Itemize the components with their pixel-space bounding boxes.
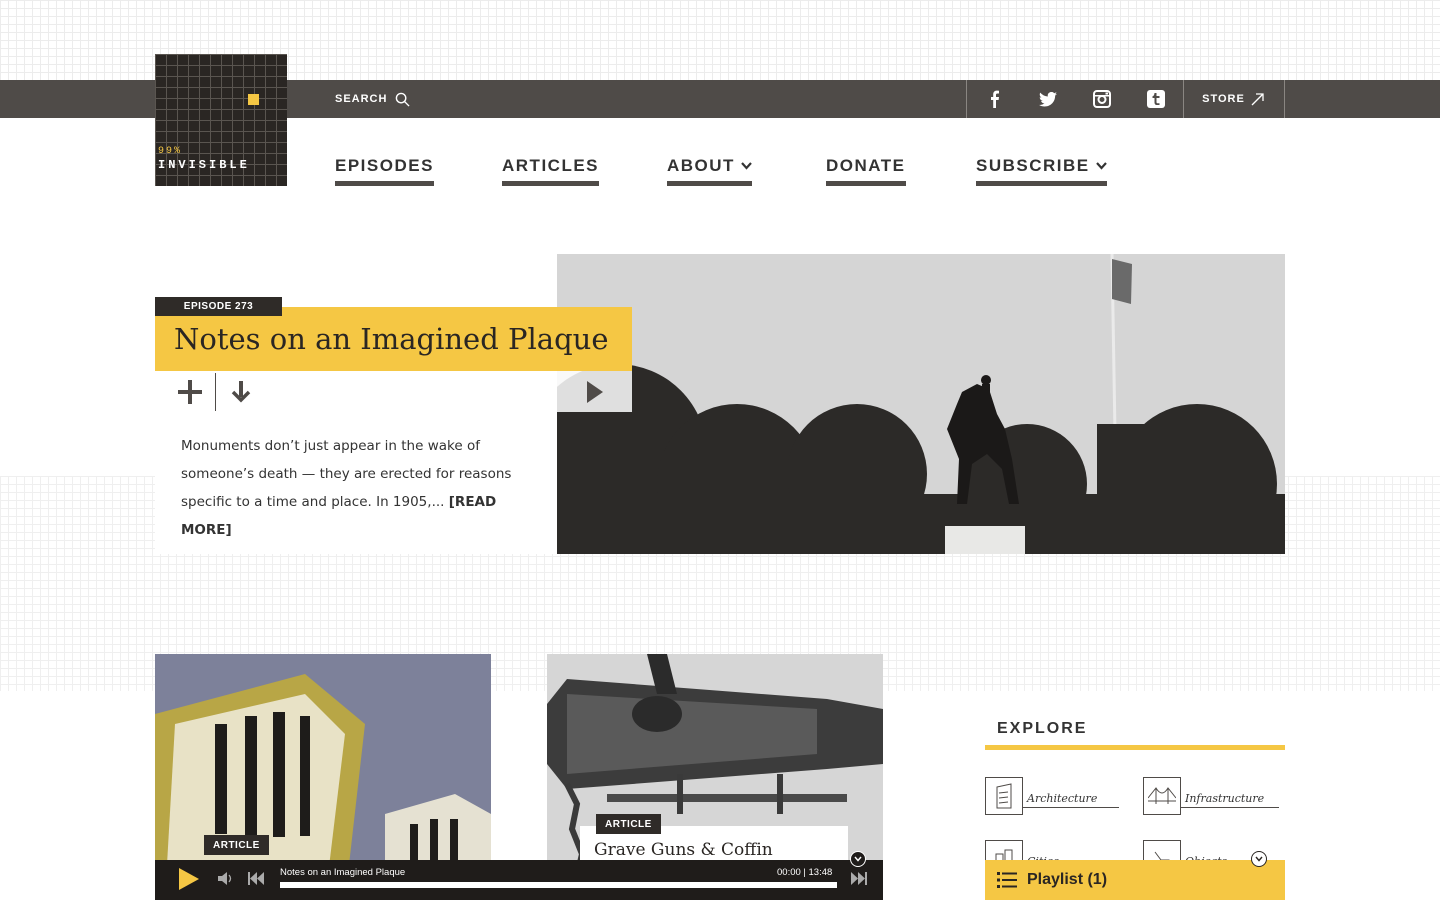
twitter-icon[interactable] xyxy=(1038,89,1058,109)
monument-photo xyxy=(557,254,1285,554)
player-play-icon[interactable] xyxy=(179,868,199,890)
download-button[interactable] xyxy=(226,373,256,411)
skip-back-icon[interactable] xyxy=(248,872,264,885)
chevron-down-icon xyxy=(741,162,752,170)
logo-name: INVISIBLE xyxy=(158,158,250,172)
play-icon xyxy=(586,380,603,403)
facebook-icon[interactable] xyxy=(984,89,1004,109)
category-architecture-label: Architecture xyxy=(1023,792,1119,808)
playlist-bar[interactable]: Playlist (1) xyxy=(985,860,1285,900)
explore-heading: EXPLORE xyxy=(997,720,1088,737)
player-collapse-button[interactable] xyxy=(850,851,866,867)
episode-title-box[interactable]: Notes on an Imagined Plaque xyxy=(155,307,632,371)
store-label: STORE xyxy=(1202,93,1245,105)
play-button[interactable] xyxy=(557,371,632,412)
download-arrow-icon xyxy=(231,381,251,403)
chevron-down-icon xyxy=(854,856,862,862)
chevron-down-icon xyxy=(1095,162,1107,170)
hero-image[interactable] xyxy=(557,254,1285,554)
card-2-title[interactable]: Grave Guns & Coffin xyxy=(594,840,773,860)
logo-square xyxy=(248,94,259,105)
skip-forward-icon[interactable] xyxy=(851,872,867,885)
tumblr-icon[interactable] xyxy=(1146,89,1166,109)
social-links xyxy=(966,80,1184,118)
playlist-toggle-button[interactable] xyxy=(1251,851,1267,867)
nav-subscribe[interactable]: SUBSCRIBE xyxy=(976,150,1107,186)
episode-tag: EPISODE 273 xyxy=(155,297,282,316)
chevron-down-icon xyxy=(1255,856,1263,862)
architecture-icon xyxy=(985,777,1023,815)
player-track-title: Notes on an Imagined Plaque xyxy=(280,867,406,878)
category-infrastructure[interactable]: Infrastructure xyxy=(1143,777,1279,815)
bridge-icon xyxy=(1143,777,1181,815)
nav-about-label: ABOUT xyxy=(667,156,735,175)
card-2-article-tag: ARTICLE xyxy=(596,814,661,834)
episode-actions xyxy=(175,373,256,411)
nav-subscribe-label: SUBSCRIBE xyxy=(976,156,1090,175)
site-logo[interactable]: 99% INVISIBLE xyxy=(155,54,287,186)
nav-episodes-label: EPISODES xyxy=(335,156,434,175)
nav-donate[interactable]: DONATE xyxy=(826,150,906,186)
nav-donate-label: DONATE xyxy=(826,156,906,175)
logo-percent: 99% xyxy=(158,146,183,157)
category-architecture[interactable]: Architecture xyxy=(985,777,1119,815)
plus-icon xyxy=(178,380,202,404)
nav-about[interactable]: ABOUT xyxy=(667,150,752,186)
player-time: 00:00 | 13:48 xyxy=(777,867,833,878)
list-icon xyxy=(997,872,1017,888)
search-button[interactable]: SEARCH xyxy=(335,88,411,110)
playlist-label: Playlist (1) xyxy=(1027,871,1108,888)
store-link[interactable]: STORE xyxy=(1182,80,1285,118)
episode-title[interactable]: Notes on an Imagined Plaque xyxy=(174,322,608,356)
actions-divider xyxy=(215,373,216,411)
search-label: SEARCH xyxy=(335,93,388,105)
add-to-playlist-button[interactable] xyxy=(175,373,205,411)
category-infrastructure-label: Infrastructure xyxy=(1181,792,1279,808)
episode-excerpt: Monuments don’t just appear in the wake … xyxy=(181,432,541,544)
volume-icon[interactable] xyxy=(218,872,234,885)
nav-articles-label: ARTICLES xyxy=(502,156,599,175)
nav-episodes[interactable]: EPISODES xyxy=(335,150,434,186)
instagram-icon[interactable] xyxy=(1092,89,1112,109)
nav-articles[interactable]: ARTICLES xyxy=(502,150,599,186)
audio-player xyxy=(155,860,883,900)
external-arrow-icon xyxy=(1251,92,1264,105)
player-progress-bar[interactable] xyxy=(280,882,837,888)
card-1-article-tag: ARTICLE xyxy=(204,835,269,855)
search-icon xyxy=(396,92,411,107)
explore-underline xyxy=(985,745,1285,750)
